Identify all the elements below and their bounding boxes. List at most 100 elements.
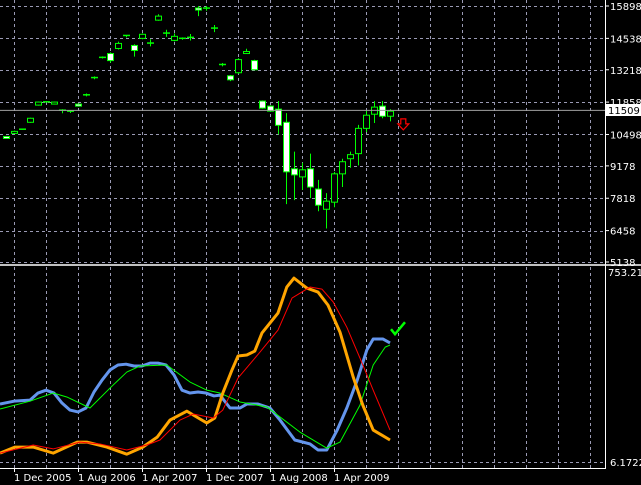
- candle-body: [387, 110, 394, 117]
- candle: [147, 39, 154, 47]
- candle: [131, 44, 138, 57]
- candle: [43, 101, 50, 103]
- candle: [179, 37, 186, 40]
- candle-body: [339, 161, 346, 175]
- time-tick-label: 1 Aug 2008: [270, 473, 328, 484]
- candle-body: [51, 101, 58, 105]
- candle: [59, 109, 66, 114]
- current-price-badge: 11509: [606, 104, 641, 117]
- candle: [259, 100, 266, 109]
- candle: [155, 14, 162, 21]
- time-tick-label: 1 Aug 2006: [78, 473, 136, 484]
- candle: [75, 103, 82, 107]
- candle: [387, 109, 394, 122]
- candle-body: [35, 101, 42, 106]
- price-axis: 1589814538132181185810498917878186458513…: [605, 2, 641, 269]
- candle: [243, 48, 250, 55]
- candle: [195, 5, 202, 17]
- indicator-line-orange: [0, 276, 391, 456]
- candle-body: [155, 15, 162, 21]
- indicator-axis: 753.217 6.1722: [608, 268, 641, 469]
- candle: [123, 34, 130, 38]
- candle: [35, 101, 42, 106]
- time-tick-label: 1 Dec 2007: [206, 473, 264, 484]
- candle-body: [291, 168, 298, 176]
- candle: [379, 101, 386, 119]
- candle: [275, 101, 282, 135]
- candle-body: [307, 168, 314, 188]
- candle-body: [235, 59, 242, 74]
- candle-body: [227, 75, 234, 81]
- candle: [3, 135, 10, 139]
- candle: [235, 58, 242, 74]
- candle: [331, 171, 338, 208]
- candle: [139, 33, 146, 40]
- price-tick-label: 14538: [610, 34, 641, 45]
- candle-body: [283, 121, 290, 173]
- candle: [27, 117, 34, 123]
- candlestick-series: [3, 5, 394, 229]
- candle: [363, 110, 370, 133]
- candle-body: [379, 105, 386, 117]
- sell-arrow-icon: [396, 118, 411, 131]
- price-tick-label: 6458: [610, 227, 635, 238]
- price-tick-label: 13218: [610, 66, 641, 77]
- candle: [171, 33, 178, 42]
- candle-body: [315, 188, 322, 206]
- candle-body: [115, 42, 122, 49]
- candle-body: [347, 154, 354, 160]
- candle-body: [131, 44, 138, 51]
- price-chart-window[interactable]: 1589814538132181185810498917878186458513…: [0, 0, 641, 485]
- indicator-min-label: 6.1722: [610, 458, 641, 469]
- candle: [283, 113, 290, 205]
- arrow-shape: [396, 118, 411, 131]
- candle-body: [243, 51, 250, 55]
- candle: [211, 24, 218, 33]
- candle: [83, 93, 90, 97]
- candle: [347, 151, 354, 168]
- indicator-lines: [0, 276, 391, 456]
- candle: [307, 153, 314, 199]
- current-price-label: 11509: [608, 106, 640, 117]
- candle-body: [323, 200, 330, 210]
- candle: [91, 76, 98, 80]
- candle-body: [27, 117, 34, 123]
- price-tick-label: 15898: [610, 2, 641, 13]
- candle: [187, 34, 194, 41]
- candle: [67, 110, 74, 114]
- candle: [371, 101, 378, 124]
- candle: [227, 74, 234, 82]
- price-tick-label: 10498: [610, 130, 641, 141]
- candle: [339, 158, 346, 188]
- candle-body: [195, 7, 202, 11]
- indicator-max-label: 753.217: [608, 268, 641, 279]
- candle: [315, 179, 322, 212]
- candle-body: [355, 127, 362, 155]
- candle: [219, 63, 226, 67]
- candle-body: [3, 135, 10, 139]
- candle: [163, 29, 170, 37]
- candle: [291, 151, 298, 201]
- candle-body: [331, 173, 338, 203]
- candle-body: [299, 169, 306, 178]
- candle: [99, 56, 106, 59]
- candle: [51, 101, 58, 105]
- candle: [19, 128, 26, 130]
- candle: [11, 130, 18, 134]
- time-axis: 1 Dec 2005 1 Aug 2006 1 Apr 2007 1 Dec 2007…: [14, 468, 389, 484]
- candle-body: [363, 114, 370, 129]
- time-tick-label: 1 Apr 2007: [142, 473, 197, 484]
- candle: [355, 124, 362, 166]
- candle-body: [251, 60, 258, 71]
- time-tick-label: 1 Apr 2009: [334, 473, 389, 484]
- candle-body: [259, 100, 266, 109]
- candle: [115, 41, 122, 50]
- time-tick-label: 1 Dec 2005: [14, 473, 72, 484]
- candle-body: [107, 53, 114, 62]
- candle-body: [275, 108, 282, 126]
- candle: [251, 59, 258, 71]
- candle-body: [75, 103, 82, 107]
- price-tick-label: 9178: [610, 162, 635, 173]
- price-tick-label: 7818: [610, 194, 635, 205]
- candle-body: [11, 130, 18, 134]
